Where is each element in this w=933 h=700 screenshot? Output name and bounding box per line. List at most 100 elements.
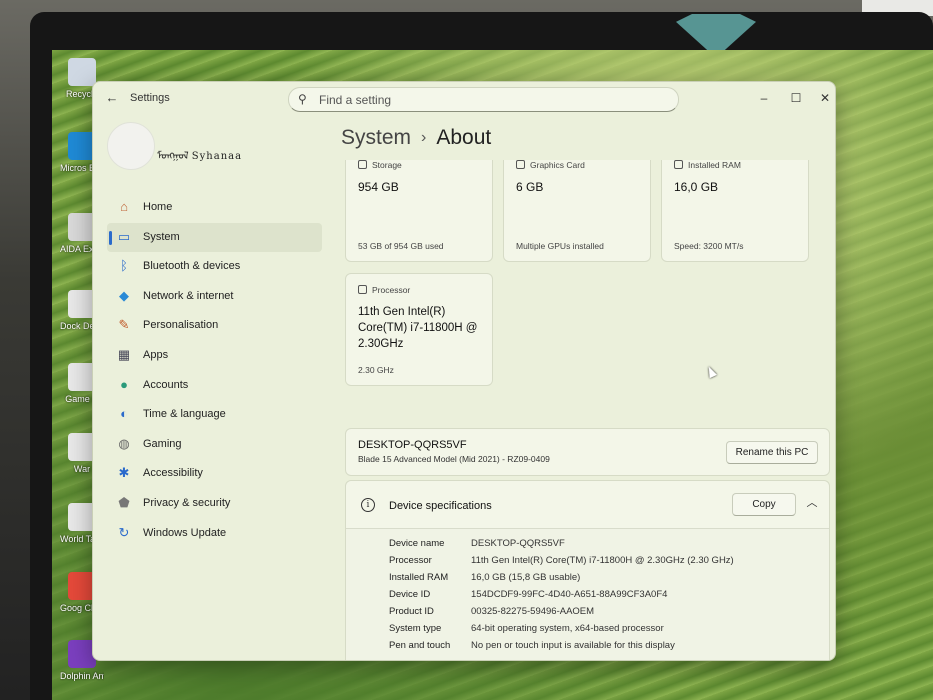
sidebar-item-personalisation[interactable]: ✎ Personalisation [107, 311, 322, 341]
maximize-button[interactable]: ☐ [781, 87, 811, 109]
info-icon: i [361, 498, 375, 512]
spec-key: Installed RAM [389, 572, 449, 583]
page-title: About [436, 126, 492, 149]
spec-value: 11th Gen Intel(R) Core(TM) i7-11800H @ 2… [471, 555, 734, 566]
breadcrumb: System › About [341, 126, 491, 150]
sidebar-item-label: Network & internet [143, 289, 234, 302]
device-specifications-title: Device specifications [389, 500, 492, 512]
apps-icon: ▦ [117, 346, 131, 362]
spec-key: Pen and touch [389, 640, 451, 651]
app-icon [68, 58, 96, 86]
sidebar-item-label: Accounts [143, 378, 189, 391]
graphics-card[interactable]: Graphics Card 6 GB Multiple GPUs install… [503, 160, 651, 262]
pc-name: DESKTOP-QQRS5VF [358, 439, 467, 451]
storage-sub: 53 GB of 954 GB used [358, 241, 444, 251]
settings-window: ← Settings ⚲ – ☐ ✕ ᠮᠣᠩᠭᠣᠯ Syhanaa ⌂ Home ▭… [92, 81, 836, 661]
processor-card[interactable]: Processor 11th Gen Intel(R) Core(TM) i7-… [345, 273, 493, 386]
pc-model: Blade 15 Advanced Model (Mid 2021) - RZ0… [358, 454, 550, 464]
sidebar-item-label: Privacy & security [143, 496, 231, 509]
chevron-up-icon[interactable]: ︿ [804, 495, 820, 511]
sidebar-item-bluetooth-devices[interactable]: ᛒ Bluetooth & devices [107, 252, 322, 282]
sidebar-item-network-internet[interactable]: ◆ Network & internet [107, 282, 322, 312]
sidebar-item-system[interactable]: ▭ System [107, 222, 322, 253]
window-title: Settings [130, 92, 170, 104]
search-icon: ⚲ [298, 92, 307, 106]
storage-card[interactable]: Storage 954 GB 53 GB of 954 GB used [345, 160, 493, 262]
cpu-icon [358, 285, 367, 294]
spec-key: Device name [389, 538, 445, 549]
close-button[interactable]: ✕ [810, 87, 835, 109]
spec-key: Processor [389, 555, 432, 566]
brush-icon: ✎ [118, 317, 130, 333]
ram-card[interactable]: Installed RAM 16,0 GB Speed: 3200 MT/s [661, 160, 809, 262]
main-content: Storage 954 GB 53 GB of 954 GB used Grap… [341, 160, 835, 660]
device-specifications-header[interactable]: i Device specifications Copy ︿ [346, 481, 829, 529]
ram-icon [674, 160, 683, 169]
graphics-label: Graphics Card [516, 160, 585, 170]
gamepad-icon: ◍ [118, 435, 130, 451]
pc-name-card: DESKTOP-QQRS5VF Blade 15 Advanced Model … [345, 428, 830, 476]
sidebar-item-home[interactable]: ⌂ Home [107, 193, 322, 223]
shield-icon: ⬟ [118, 494, 130, 510]
desktop-icon-label: Dolphin Anty [60, 671, 104, 681]
minimize-button[interactable]: – [749, 87, 779, 109]
search-input[interactable] [319, 92, 659, 108]
sidebar-item-label: Home [143, 201, 173, 213]
sidebar-item-label: Apps [143, 348, 169, 361]
sidebar-item-label: Windows Update [143, 526, 227, 539]
spec-value: 154DCDF9-99FC-4D40-A651-88A99CF3A0F4 [471, 589, 668, 600]
monitor-icon: ▭ [117, 228, 131, 244]
spec-key: Product ID [389, 606, 434, 617]
sidebar-item-privacy-security[interactable]: ⬟ Privacy & security [107, 489, 322, 519]
person-icon: ● [120, 376, 128, 392]
processor-label: Processor [358, 285, 410, 295]
spec-value: No pen or touch input is available for t… [471, 640, 675, 651]
storage-value: 954 GB [358, 180, 399, 194]
copy-button[interactable]: Copy [732, 493, 796, 516]
spec-key: Device ID [389, 589, 431, 600]
sidebar-nav: ⌂ Home ▭ System ᛒ Bluetooth & devices ◆ Network… [107, 193, 322, 548]
sidebar-item-label: Bluetooth & devices [143, 260, 241, 273]
spec-value: 00325-82275-59496-AAOEM [471, 606, 595, 617]
accessibility-icon: ✱ [118, 465, 130, 481]
globe-clock-icon: ◐ [120, 406, 128, 422]
storage-label: Storage [358, 160, 402, 170]
sidebar-item-apps[interactable]: ▦ Apps [107, 341, 322, 371]
ram-label: Installed RAM [674, 160, 741, 170]
graphics-value: 6 GB [516, 180, 544, 194]
spec-value: DESKTOP-QQRS5VF [471, 538, 565, 549]
sidebar-item-time-language[interactable]: ◐ Time & language [107, 400, 322, 430]
sidebar-item-label: Gaming [143, 437, 182, 450]
storage-icon [358, 160, 367, 169]
sidebar-item-label: Time & language [143, 408, 226, 421]
user-profile[interactable]: ᠮᠣᠩᠭᠣᠯ Syhanaa [107, 122, 317, 172]
sidebar-item-accounts[interactable]: ● Accounts [107, 371, 322, 401]
bluetooth-icon: ᛒ [120, 258, 128, 274]
breadcrumb-parent[interactable]: System [341, 126, 411, 149]
sidebar-item-label: System [143, 230, 180, 243]
update-icon: ↻ [118, 524, 130, 540]
sidebar-item-windows-update[interactable]: ↻ Windows Update [107, 519, 322, 549]
gpu-icon [516, 160, 525, 169]
rename-pc-button[interactable]: Rename this PC [726, 441, 818, 464]
sidebar-item-label: Accessibility [143, 467, 203, 480]
sidebar-item-label: Personalisation [143, 319, 219, 332]
spec-key: System type [389, 623, 442, 634]
profile-name: ᠮᠣᠩᠭᠣᠯ Syhanaa [157, 151, 243, 162]
spec-value: 64-bit operating system, x64-based proce… [471, 623, 664, 634]
ram-sub: Speed: 3200 MT/s [674, 241, 744, 251]
processor-value: 11th Gen Intel(R) Core(TM) i7-11800H @ 2… [358, 306, 478, 350]
ram-value: 16,0 GB [674, 180, 719, 194]
device-specifications-section: i Device specifications Copy ︿ Device na… [345, 480, 830, 660]
search-box[interactable]: ⚲ [288, 87, 679, 112]
breadcrumb-separator: › [421, 129, 427, 146]
spec-value: 16,0 GB (15,8 GB usable) [471, 572, 581, 583]
back-arrow-icon: ← [105, 90, 119, 105]
home-icon: ⌂ [120, 199, 128, 214]
title-bar: ← Settings ⚲ – ☐ ✕ [93, 82, 835, 116]
back-button[interactable]: ← [103, 89, 121, 107]
wifi-icon: ◆ [119, 287, 129, 303]
sidebar-item-gaming[interactable]: ◍ Gaming [107, 430, 322, 460]
sidebar-item-accessibility[interactable]: ✱ Accessibility [107, 459, 322, 489]
graphics-sub: Multiple GPUs installed [516, 241, 604, 251]
